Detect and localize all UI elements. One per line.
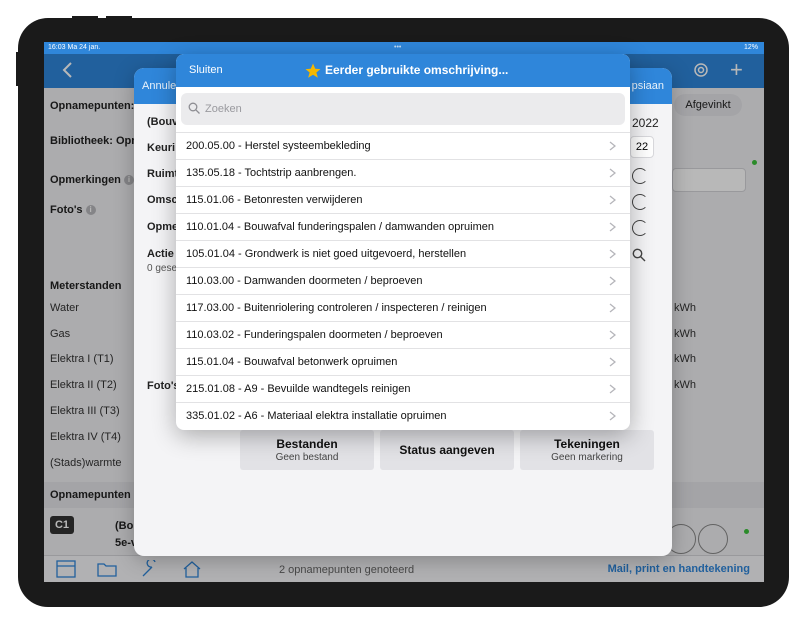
list-item[interactable]: 115.01.06 - Betonresten verwijderen: [176, 186, 630, 213]
chevron-right-icon: [609, 411, 616, 421]
chevron-right-icon: [609, 168, 616, 178]
actie-label: Actie: [147, 248, 174, 260]
keuring-label: Keuri: [147, 142, 176, 154]
list-item-label: 135.05.18 - Tochtstrip aanbrengen.: [186, 167, 357, 179]
status-title: Status aangeven: [399, 443, 495, 457]
search-bar: [181, 93, 625, 125]
refresh-icon[interactable]: [632, 194, 648, 210]
field-value[interactable]: 22: [630, 136, 654, 158]
popover-title-text: Eerder gebruikte omschrijving...: [325, 63, 509, 78]
bestanden-button[interactable]: Bestanden Geen bestand: [240, 430, 374, 470]
chevron-right-icon: [609, 222, 616, 232]
ruimte-label: Ruimt: [147, 168, 179, 180]
list-item-label: 105.01.04 - Grondwerk is niet goed uitge…: [186, 248, 467, 260]
bouw-label: (Bouv: [147, 116, 179, 128]
tekeningen-title: Tekeningen: [554, 437, 620, 451]
list-item-label: 115.01.06 - Betonresten verwijderen: [186, 194, 363, 206]
tekeningen-button[interactable]: Tekeningen Geen markering: [520, 430, 654, 470]
chevron-right-icon: [609, 384, 616, 394]
opmerking-label: Opme: [147, 221, 179, 233]
fotos-sheet-label: Foto's: [147, 380, 180, 392]
list-item[interactable]: 335.01.02 - A6 - Materiaal elektra insta…: [176, 402, 630, 429]
close-button[interactable]: Sluiten: [189, 64, 223, 76]
list-item[interactable]: 110.03.02 - Funderingspalen doormeten / …: [176, 321, 630, 348]
bestanden-title: Bestanden: [276, 437, 338, 451]
refresh-icon[interactable]: [632, 220, 648, 236]
list-item[interactable]: 135.05.18 - Tochtstrip aanbrengen.: [176, 159, 630, 186]
status-date: Ma 24 jan.: [67, 44, 101, 51]
list-item[interactable]: 110.01.04 - Bouwafval funderingspalen / …: [176, 213, 630, 240]
list-item-label: 215.01.08 - A9 - Bevuilde wandtegels rei…: [186, 383, 411, 395]
chevron-right-icon: [609, 195, 616, 205]
tekeningen-sub: Geen markering: [551, 452, 623, 463]
chevron-right-icon: [609, 330, 616, 340]
device-button: [106, 16, 132, 20]
list-item-label: 117.03.00 - Buitenriolering controleren …: [186, 302, 487, 314]
year-value: 2022: [632, 116, 659, 130]
list-item-label: 200.05.00 - Herstel systeembekleding: [186, 140, 371, 152]
chevron-right-icon: [609, 303, 616, 313]
chevron-right-icon: [609, 141, 616, 151]
refresh-icon[interactable]: [632, 168, 648, 184]
description-list: 200.05.00 - Herstel systeembekleding 135…: [176, 132, 630, 429]
list-item[interactable]: 115.01.04 - Bouwafval betonwerk opruimen: [176, 348, 630, 375]
list-item-label: 115.01.04 - Bouwafval betonwerk opruimen: [186, 356, 398, 368]
save-button[interactable]: psiaan: [632, 80, 664, 92]
omschrijving-label: Omsc: [147, 194, 178, 206]
status-time: 16:03: [48, 44, 66, 51]
status-bar: 16:03 Ma 24 jan. ••• 12%: [44, 42, 764, 54]
device-button: [72, 16, 98, 20]
chevron-right-icon: [609, 276, 616, 286]
status-button[interactable]: Status aangeven: [380, 430, 514, 470]
cancel-button[interactable]: Annule: [142, 80, 176, 92]
chevron-right-icon: [609, 357, 616, 367]
search-icon[interactable]: [632, 248, 646, 262]
star-icon: [305, 63, 321, 78]
list-item[interactable]: 200.05.00 - Herstel systeembekleding: [176, 132, 630, 159]
list-item[interactable]: 215.01.08 - A9 - Bevuilde wandtegels rei…: [176, 375, 630, 402]
popover-header: Sluiten Eerder gebruikte omschrijving...: [176, 54, 630, 87]
bestanden-sub: Geen bestand: [275, 452, 339, 463]
list-item[interactable]: 117.03.00 - Buitenriolering controleren …: [176, 294, 630, 321]
actie-sub: 0 gese: [147, 263, 178, 274]
popover-title: Eerder gebruikte omschrijving...: [304, 62, 508, 80]
chevron-right-icon: [609, 249, 616, 259]
list-item[interactable]: 110.03.00 - Damwanden doormeten / beproe…: [176, 267, 630, 294]
device-button: [16, 52, 20, 86]
previous-descriptions-popover: Sluiten Eerder gebruikte omschrijving...…: [176, 54, 630, 430]
search-input[interactable]: [205, 100, 605, 118]
status-center: •••: [394, 44, 402, 51]
status-battery: 12%: [743, 44, 758, 51]
list-item-label: 110.03.02 - Funderingspalen doormeten / …: [186, 329, 443, 341]
list-item[interactable]: 105.01.04 - Grondwerk is niet goed uitge…: [176, 240, 630, 267]
list-item-label: 110.01.04 - Bouwafval funderingspalen / …: [186, 221, 494, 233]
search-icon: [188, 102, 200, 114]
list-item-label: 110.03.00 - Damwanden doormeten / beproe…: [186, 275, 423, 287]
list-item-label: 335.01.02 - A6 - Materiaal elektra insta…: [186, 410, 447, 422]
